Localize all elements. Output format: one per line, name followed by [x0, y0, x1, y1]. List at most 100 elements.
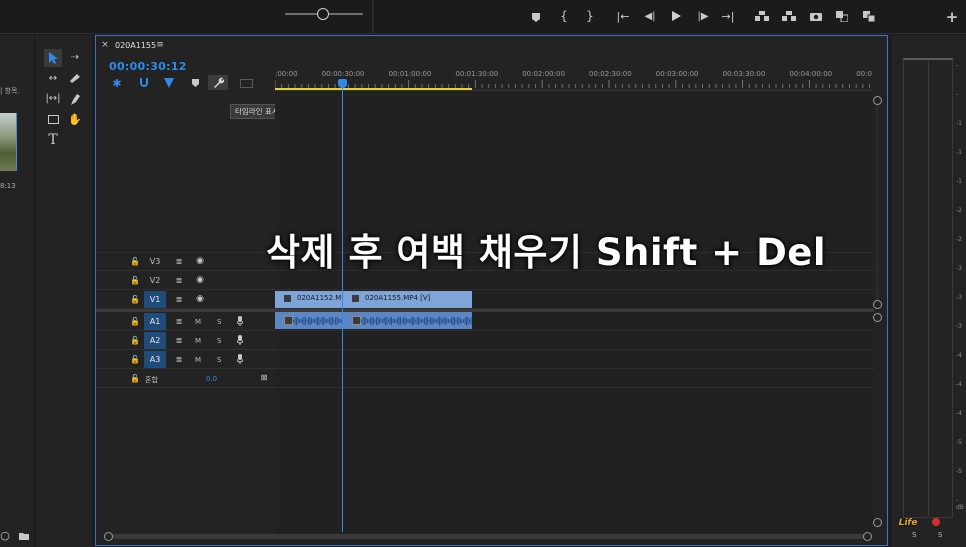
lock-icon[interactable]: 🔓 [130, 353, 140, 365]
hscroll-handle-left[interactable] [104, 532, 113, 541]
audio-clip[interactable] [275, 312, 342, 329]
mix-label: 혼합 [145, 376, 158, 384]
mute-button[interactable]: M [195, 356, 201, 364]
meter-tick-label: -3 [956, 294, 962, 301]
captions-icon[interactable] [238, 77, 254, 89]
ruler-label: 00:01:00:00 [388, 70, 432, 78]
mute-button[interactable]: M [195, 318, 201, 326]
comparison-view-icon[interactable] [834, 9, 850, 23]
snap-icon[interactable]: ✱ [110, 77, 124, 90]
tab-menu-icon[interactable]: ≡ [155, 40, 165, 50]
lift-icon[interactable] [754, 9, 770, 23]
playhead-handle[interactable] [338, 79, 347, 88]
track-line [275, 349, 873, 350]
video-clip[interactable]: 020A1152.M [275, 291, 342, 308]
play-icon[interactable] [669, 9, 683, 23]
clip-thumbnail[interactable] [0, 113, 17, 171]
sync-lock-icon[interactable]: ≣ [173, 335, 185, 345]
sync-lock-icon[interactable]: ≣ [173, 256, 185, 266]
pen-tool-icon[interactable] [68, 92, 82, 106]
sync-lock-icon[interactable]: ≣ [173, 316, 185, 326]
audio-waveform [293, 316, 342, 326]
microphone-icon[interactable] [234, 334, 246, 346]
track-row-a3 [96, 350, 874, 369]
hand-tool-icon[interactable]: ✋ [68, 112, 82, 126]
eye-icon[interactable]: ◉ [194, 275, 206, 285]
vscroll-handle-bottom[interactable] [873, 300, 882, 309]
track-row-a1 [96, 312, 874, 331]
mark-in-icon[interactable]: { [558, 9, 570, 23]
solo-button[interactable]: S [217, 337, 221, 345]
go-to-out-icon[interactable]: →| [721, 9, 735, 23]
magnet-icon[interactable] [137, 77, 151, 89]
lock-icon[interactable]: 🔓 [130, 255, 140, 267]
search-icon[interactable]: ○ [0, 528, 10, 542]
close-tab-icon[interactable]: × [100, 40, 110, 50]
vertical-scrollbar[interactable] [876, 96, 879, 304]
microphone-icon[interactable] [234, 315, 246, 327]
horizontal-scrollbar[interactable] [107, 534, 867, 539]
lock-icon[interactable]: 🔓 [130, 334, 140, 346]
wrench-icon [213, 77, 224, 88]
multi-camera-icon[interactable] [861, 9, 877, 23]
zoom-slider-handle[interactable] [317, 8, 329, 20]
marker-icon[interactable] [530, 10, 542, 24]
rectangle-tool-icon[interactable] [45, 112, 61, 126]
playhead-line[interactable] [342, 84, 343, 532]
go-to-end-icon[interactable]: ⊠ [258, 372, 270, 382]
fx-badge-icon [352, 316, 361, 325]
selection-tool[interactable] [44, 49, 62, 67]
folder-icon[interactable] [18, 530, 30, 542]
meter-tick-label: -dB [956, 497, 964, 511]
ruler-label: 00:00:30:00 [321, 70, 365, 78]
lock-icon[interactable]: 🔓 [130, 293, 140, 305]
track-label-a3[interactable]: A3 [144, 351, 166, 368]
extract-icon[interactable] [781, 9, 797, 23]
razor-tool-icon[interactable] [68, 71, 82, 85]
go-to-in-icon[interactable]: |← [616, 9, 630, 23]
timeline-settings-button[interactable] [208, 75, 228, 90]
vscroll-handle-top[interactable] [873, 96, 882, 105]
track-label-a2[interactable]: A2 [144, 332, 166, 349]
solo-button[interactable]: S [217, 318, 221, 326]
clip-name: 020A1155.MP4 [V] [365, 294, 431, 302]
slip-tool-icon[interactable]: |↔| [45, 91, 61, 105]
mark-out-icon[interactable]: } [584, 9, 596, 23]
lock-icon[interactable]: 🔓 [130, 274, 140, 286]
add-button-icon[interactable]: + [944, 8, 960, 26]
work-area-bar[interactable] [275, 88, 472, 90]
ruler-label: 00:02:00:00 [522, 70, 565, 78]
solo-button[interactable]: S [217, 356, 221, 364]
sync-lock-icon[interactable]: ≣ [173, 275, 185, 285]
add-marker-icon[interactable] [188, 77, 202, 89]
eye-icon[interactable]: ◉ [194, 294, 206, 304]
step-forward-icon[interactable]: |▶ [696, 9, 710, 23]
fx-badge-icon [352, 295, 359, 302]
sync-lock-icon[interactable]: ≣ [173, 354, 185, 364]
lock-icon[interactable]: 🔓 [130, 372, 140, 384]
microphone-icon[interactable] [234, 353, 246, 365]
project-panel-text: | 항목. [0, 87, 20, 95]
track-select-tool-icon[interactable]: ⇢ [67, 50, 83, 64]
track-line [275, 368, 873, 369]
ripple-edit-tool-icon[interactable]: ↔ [45, 71, 61, 85]
track-label-v2[interactable]: V2 [144, 272, 166, 289]
mix-value[interactable]: 0.0 [206, 375, 217, 383]
track-label-a1[interactable]: A1 [144, 313, 166, 330]
timecode-display[interactable]: 00:00:30:12 [109, 60, 187, 73]
track-label-v3[interactable]: V3 [144, 253, 166, 270]
meter-tick-label: -2 [956, 236, 962, 243]
track-label-v1[interactable]: V1 [144, 291, 166, 308]
camera-icon[interactable] [808, 9, 824, 23]
eye-icon[interactable]: ◉ [194, 256, 206, 266]
sync-lock-icon[interactable]: ≣ [173, 294, 185, 304]
audio-clip[interactable] [343, 312, 472, 329]
video-clip[interactable]: 020A1155.MP4 [V] [343, 291, 472, 308]
linked-selection-icon[interactable] [162, 77, 176, 89]
vscroll-handle-top[interactable] [873, 313, 882, 322]
step-back-icon[interactable]: ◀| [643, 9, 657, 23]
type-tool-icon[interactable]: T [46, 132, 60, 148]
mute-button[interactable]: M [195, 337, 201, 345]
lock-icon[interactable]: 🔓 [130, 315, 140, 327]
sequence-tab[interactable]: 020A1155 [115, 41, 156, 50]
